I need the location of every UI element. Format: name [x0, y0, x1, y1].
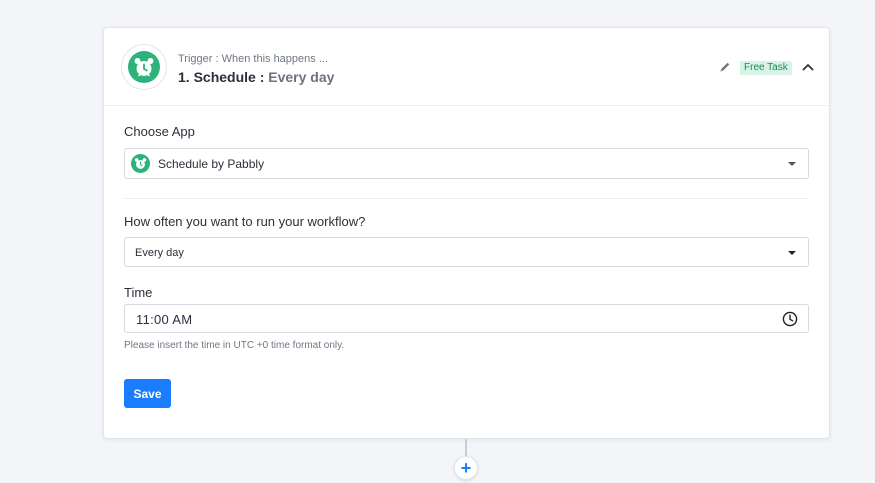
time-value: 11:00 AM: [136, 312, 193, 327]
step-title-sub: Every day: [268, 69, 335, 85]
trigger-step-card: Trigger : When this happens ... 1. Sched…: [103, 27, 830, 439]
save-button[interactable]: Save: [124, 379, 171, 408]
clock-icon[interactable]: [782, 311, 798, 327]
alarm-clock-icon: [131, 154, 150, 173]
pencil-icon[interactable]: [719, 61, 731, 73]
alarm-clock-icon: [121, 44, 167, 90]
step-header[interactable]: Trigger : When this happens ... 1. Sched…: [104, 28, 829, 106]
choose-app-label: Choose App: [124, 124, 195, 139]
time-hint: Please insert the time in UTC +0 time fo…: [124, 340, 345, 351]
step-title: 1. Schedule : Every day: [178, 69, 334, 86]
time-label: Time: [124, 285, 153, 300]
chevron-up-icon[interactable]: [802, 62, 814, 72]
step-title-main: 1. Schedule :: [178, 69, 269, 85]
frequency-label: How often you want to run your workflow?: [124, 214, 366, 229]
step-header-text: Trigger : When this happens ... 1. Sched…: [178, 53, 334, 86]
time-input[interactable]: 11:00 AM: [124, 304, 809, 333]
free-task-badge: Free Task: [740, 61, 792, 75]
choose-app-select[interactable]: Schedule by Pabbly: [124, 148, 809, 179]
step-connector: [465, 439, 467, 457]
choose-app-value: Schedule by Pabbly: [158, 157, 265, 171]
caret-down-icon: [788, 251, 796, 255]
caret-down-icon: [788, 162, 796, 166]
frequency-select[interactable]: Every day: [124, 237, 809, 267]
frequency-value: Every day: [135, 247, 184, 259]
section-divider: [124, 198, 809, 199]
workflow-canvas: Trigger : When this happens ... 1. Sched…: [0, 0, 875, 483]
add-step-button[interactable]: +: [454, 456, 478, 480]
trigger-label: Trigger : When this happens ...: [178, 53, 328, 65]
